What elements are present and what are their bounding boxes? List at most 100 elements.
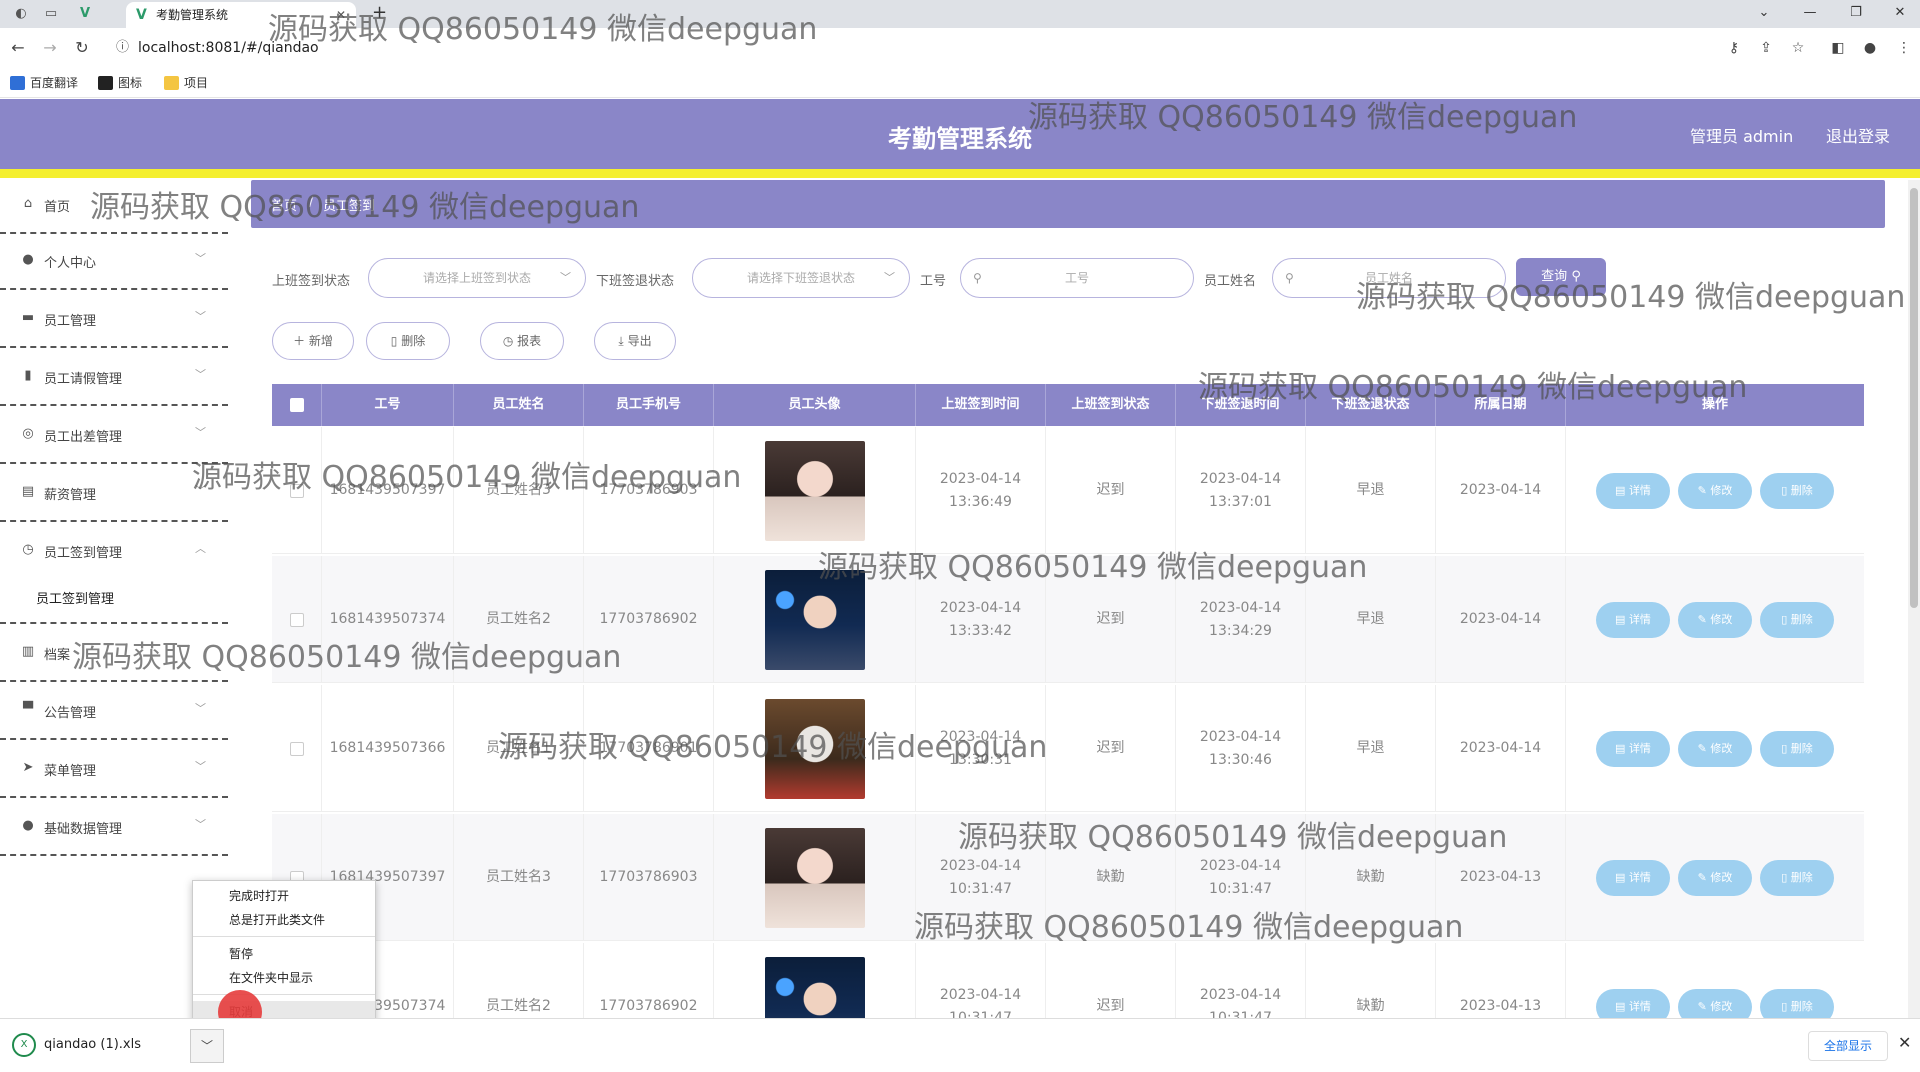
bookmark-star-icon[interactable]: ☆: [1786, 36, 1810, 60]
url-text: localhost:8081/#/qiandao: [138, 40, 319, 56]
download-options-button[interactable]: ﹀: [190, 1029, 224, 1063]
forward-icon[interactable]: →: [38, 36, 62, 60]
checkout-time-cell: 2023-04-14 13:37:01: [1176, 427, 1306, 554]
edit-button[interactable]: ✎ 修改: [1678, 730, 1752, 767]
checkin-status-cell: 迟到: [1046, 556, 1176, 683]
bookmark-project[interactable]: 项目: [164, 74, 208, 92]
browser-tab-bar: ◐ ▭ V V 考勤管理系统 ✕ + ⌄ — ❐ ✕: [0, 0, 1920, 28]
download-bar: X qiandao (1).xls ﹀ 全部显示 ✕: [0, 1018, 1920, 1072]
chevron-down-icon: ﹀: [195, 760, 206, 773]
delete-button[interactable]: ▯ 删除: [366, 322, 450, 360]
minimize-icon[interactable]: —: [1790, 2, 1830, 24]
sidebar-item-employees[interactable]: ▬ 员工管理 ﹀: [0, 292, 228, 348]
sidebar-item-business-trip[interactable]: ◎ 员工出差管理 ﹀: [0, 408, 228, 464]
delete-icon: ▯: [1781, 999, 1791, 1013]
row-select-cell: [272, 685, 322, 812]
employee-avatar: [764, 827, 865, 928]
tab-search-icon[interactable]: ⌄: [1744, 2, 1784, 24]
export-button[interactable]: ⤓ 导出: [594, 322, 676, 360]
browser-more-icon[interactable]: ⋮: [1892, 36, 1916, 60]
key-icon[interactable]: ⚷: [1722, 36, 1746, 60]
checkout-time-cell: 2023-04-14 13:30:46: [1176, 685, 1306, 812]
avatar-cell: [714, 814, 916, 941]
sidepanel-icon[interactable]: ◧: [1826, 36, 1850, 60]
logout-link[interactable]: 退出登录: [1826, 123, 1890, 147]
detail-button[interactable]: ▤ 详情: [1596, 730, 1670, 767]
breadcrumb-separator: /: [309, 195, 314, 210]
close-tab-icon[interactable]: ✕: [336, 2, 346, 28]
edit-button[interactable]: ✎ 修改: [1678, 601, 1752, 638]
active-browser-tab[interactable]: V 考勤管理系统 ✕: [126, 2, 356, 28]
table-row: 1681439507366 员工姓名1 17703786901 2023-04-14 …: [272, 685, 1864, 812]
menu-item-show-in-folder[interactable]: 在文件夹中显示: [193, 967, 375, 989]
row-checkbox[interactable]: [289, 612, 304, 627]
detail-button[interactable]: ▤ 详情: [1596, 601, 1670, 638]
employee-phone-cell: 17703786901: [584, 685, 714, 812]
detail-button[interactable]: ▤ 详情: [1596, 472, 1670, 509]
checkout-status-select[interactable]: 请选择下班签退状态 ﹀: [692, 258, 910, 298]
chevron-down-icon: ﹀: [200, 1039, 213, 1053]
row-delete-button[interactable]: ▯ 删除: [1760, 859, 1834, 896]
vue-logo-icon: V: [136, 7, 147, 23]
menu-item-pause[interactable]: 暂停: [193, 943, 375, 965]
close-window-icon[interactable]: ✕: [1880, 2, 1920, 24]
checkout-status-cell: 早退: [1306, 556, 1436, 683]
new-tab-icon[interactable]: +: [372, 2, 387, 23]
sidebar-item-salary[interactable]: ▤ 薪资管理 ﹀: [0, 466, 228, 522]
edit-icon: ✎: [1697, 612, 1711, 626]
edit-button[interactable]: ✎ 修改: [1678, 859, 1752, 896]
checkout-status-label: 下班签退状态: [596, 274, 675, 289]
breadcrumb-home[interactable]: 首页: [271, 195, 297, 214]
sidebar-item-base-data[interactable]: ● 基础数据管理 ﹀: [0, 800, 228, 856]
add-button[interactable]: ＋ 新增: [272, 322, 354, 360]
share-icon[interactable]: ⇪: [1754, 36, 1778, 60]
sidebar-item-notices[interactable]: ▀ 公告管理 ﹀: [0, 684, 228, 740]
menu-item-open-when-done[interactable]: 完成时打开: [193, 885, 375, 907]
home-icon: ⌂: [23, 196, 33, 211]
bookmark-baidu-translate[interactable]: 百度翻译: [10, 74, 78, 92]
sidebar-item-menus[interactable]: ➤ 菜单管理 ﹀: [0, 742, 228, 798]
site-info-icon[interactable]: ⓘ: [116, 34, 129, 62]
chevron-down-icon: ﹀: [560, 271, 571, 284]
download-item[interactable]: X qiandao (1).xls: [12, 1033, 141, 1057]
menu-item-always-open[interactable]: 总是打开此类文件: [193, 909, 375, 931]
restore-icon[interactable]: ❐: [1836, 2, 1876, 24]
row-checkbox[interactable]: [289, 483, 304, 498]
employee-name-input[interactable]: ⚲ 员工姓名: [1272, 258, 1506, 298]
select-all-checkbox[interactable]: [289, 397, 304, 412]
row-delete-button[interactable]: ▯ 删除: [1760, 472, 1834, 509]
bookmark-icons[interactable]: 图标: [98, 74, 142, 92]
sidebar-item-archive[interactable]: ▥ 档案: [0, 626, 228, 682]
reload-icon[interactable]: ↻: [70, 36, 94, 60]
edit-button[interactable]: ✎ 修改: [1678, 472, 1752, 509]
row-delete-button[interactable]: ▯ 删除: [1760, 730, 1834, 767]
vue-tab-icon[interactable]: V: [74, 4, 96, 24]
row-select-cell: [272, 556, 322, 683]
tab-icon[interactable]: ▭: [40, 4, 62, 24]
chevron-down-icon: ﹀: [195, 702, 206, 715]
close-download-bar-icon[interactable]: ✕: [1898, 1033, 1911, 1052]
page-scrollbar[interactable]: [1908, 180, 1920, 1018]
sidebar-item-leave[interactable]: ▮ 员工请假管理 ﹀: [0, 350, 228, 406]
back-icon[interactable]: ←: [6, 36, 30, 60]
send-icon: ➤: [22, 760, 34, 775]
plus-icon: ＋: [293, 334, 306, 348]
sidebar-subitem-checkin-management[interactable]: 员工签到管理: [0, 570, 228, 624]
row-checkbox[interactable]: [289, 741, 304, 756]
browser-menu-icon[interactable]: ◐: [10, 4, 32, 24]
sidebar-item-personal[interactable]: ● 个人中心 ﹀: [0, 234, 228, 290]
scrollbar-thumb[interactable]: [1910, 188, 1918, 608]
employee-name-label: 员工姓名: [1204, 274, 1257, 289]
url-field[interactable]: ⓘ localhost:8081/#/qiandao: [110, 34, 1710, 62]
row-delete-button[interactable]: ▯ 删除: [1760, 601, 1834, 638]
edit-icon: ✎: [1697, 999, 1711, 1013]
profile-icon[interactable]: ●: [1858, 36, 1882, 60]
show-all-button[interactable]: 全部显示: [1808, 1031, 1888, 1061]
sidebar-item-home[interactable]: ⌂ 首页: [0, 178, 228, 234]
checkin-status-select[interactable]: 请选择上班签到状态 ﹀: [368, 258, 586, 298]
detail-button[interactable]: ▤ 详情: [1596, 859, 1670, 896]
report-button[interactable]: ◷ 报表: [480, 322, 564, 360]
table-row: 1681439507397 员工姓名3 17703786903 2023-04-14 …: [272, 427, 1864, 554]
search-button[interactable]: 查询 ⚲: [1516, 258, 1606, 296]
employee-id-input[interactable]: ⚲ 工号: [960, 258, 1194, 298]
